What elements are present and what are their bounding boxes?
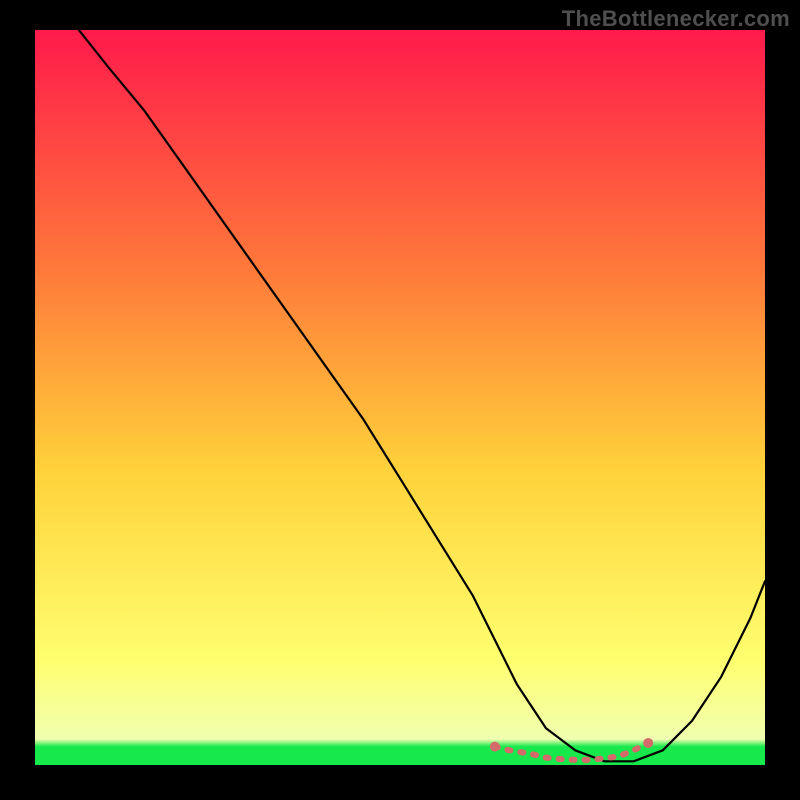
plot-area (35, 30, 765, 765)
watermark-text: TheBottlenecker.com (562, 6, 790, 32)
chart-container: TheBottlenecker.com (0, 0, 800, 800)
highlight-marker (490, 742, 500, 752)
highlight-marker (643, 738, 653, 748)
gradient-background (35, 30, 765, 765)
chart-svg (35, 30, 765, 765)
